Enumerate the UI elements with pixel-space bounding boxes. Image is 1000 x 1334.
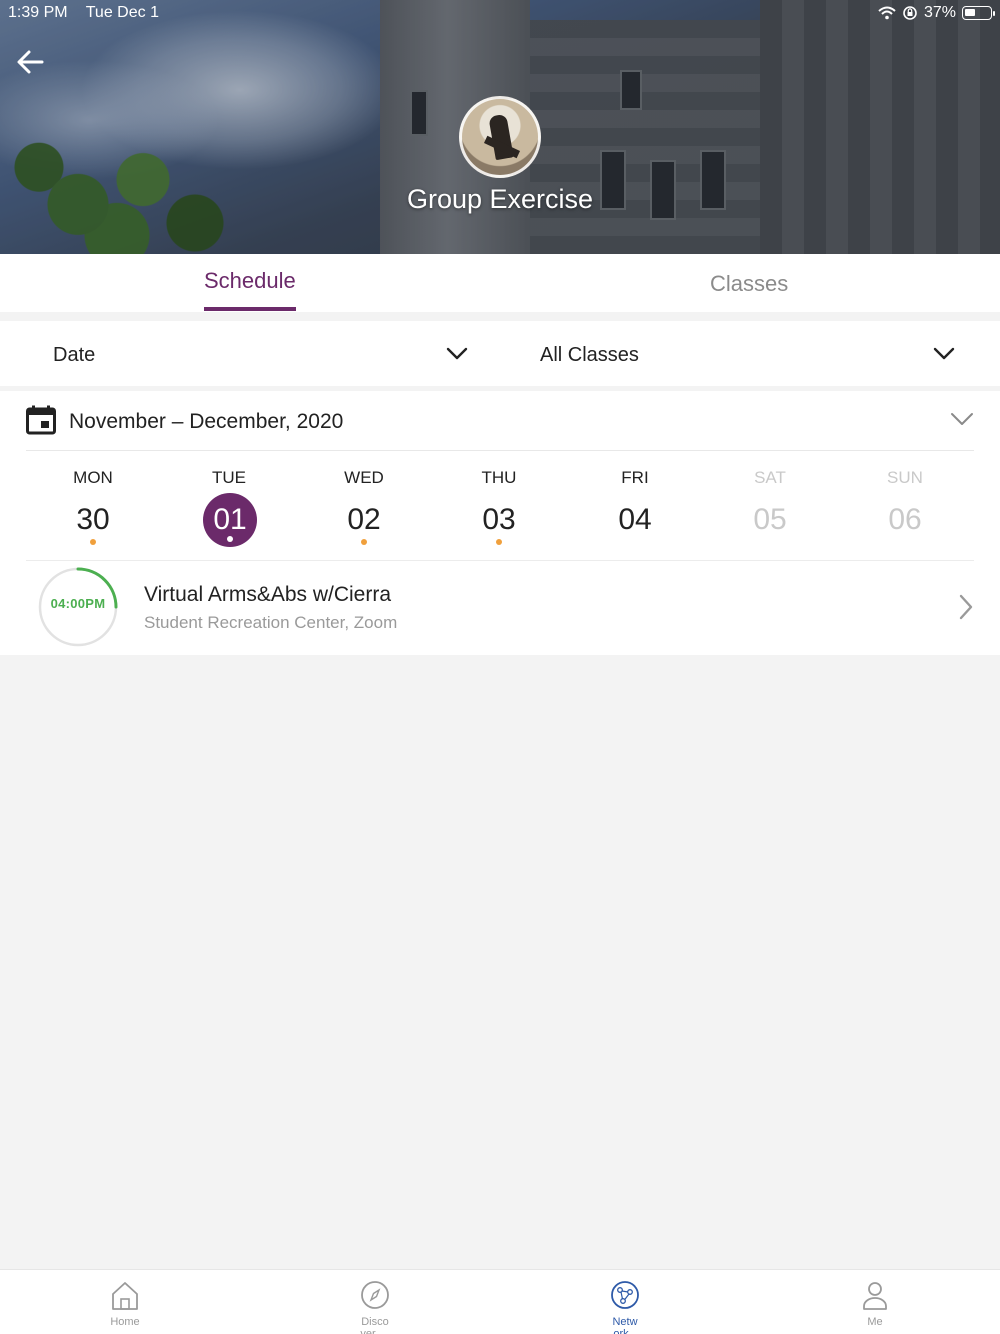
wifi-icon [878, 6, 896, 20]
page-title: Group Exercise [406, 184, 594, 214]
day-of-week: TUE [212, 468, 246, 487]
compass-icon [361, 1281, 389, 1309]
chevron-down-icon[interactable] [950, 411, 974, 427]
class-filter-label: All Classes [540, 344, 639, 366]
class-title: Virtual Arms&Abs w/Cierra [144, 583, 392, 606]
day-tuesday[interactable]: TUE 01 [169, 451, 289, 561]
week-strip: MON 30 TUE 01 WED 02 THU 03 FRI 04 SAT 0… [26, 451, 974, 561]
chevron-down-icon [933, 347, 955, 360]
tab-classes[interactable]: Classes [710, 271, 788, 297]
nav-network[interactable]: Netw ork [500, 1270, 750, 1334]
nav-label: Disco ver [250, 1316, 500, 1334]
bottom-nav: Home Disco ver Netw ork Me [0, 1269, 1000, 1334]
class-time: 04:00PM [50, 596, 106, 611]
group-avatar [459, 96, 541, 178]
day-wednesday[interactable]: WED 02 [304, 451, 424, 561]
battery-icon [962, 6, 995, 20]
arrow-left-icon [17, 50, 44, 74]
nav-label: Netw ork [500, 1316, 750, 1334]
day-friday[interactable]: FRI 04 [575, 451, 695, 561]
date-filter-label: Date [53, 344, 96, 366]
day-number: 04 [618, 503, 652, 536]
calendar-header: November – December, 2020 [26, 391, 974, 451]
schedule-card: November – December, 2020 MON 30 TUE 01 … [0, 391, 1000, 655]
day-of-week: FRI [621, 468, 649, 487]
back-button[interactable] [14, 46, 54, 82]
status-time: 1:39 PM [8, 4, 68, 21]
day-of-week: SAT [754, 468, 786, 487]
filter-bar: Date All Classes [0, 321, 1000, 386]
nav-me[interactable]: Me [750, 1270, 1000, 1334]
status-date: Tue Dec 1 [85, 4, 159, 21]
day-monday[interactable]: MON 30 [33, 451, 153, 561]
nav-label: Home [110, 1316, 140, 1328]
class-list-item[interactable]: 04:00PM Virtual Arms&Abs w/Cierra Studen… [26, 561, 974, 655]
nav-label-line1: Netw [612, 1316, 638, 1328]
chevron-right-icon [959, 594, 973, 620]
status-bar: 1:39 PM Tue Dec 1 37% [8, 4, 995, 24]
day-of-week: SUN [887, 468, 923, 487]
home-icon [112, 1282, 138, 1310]
tab-bar: Schedule Classes [0, 254, 1000, 312]
day-of-week: MON [73, 468, 113, 487]
day-number: 02 [347, 503, 381, 536]
class-filter-dropdown[interactable]: All Classes [490, 321, 1000, 386]
day-of-week: WED [344, 468, 384, 487]
day-saturday[interactable]: SAT 05 [710, 451, 830, 561]
nav-label-line2: ver [360, 1328, 376, 1334]
day-number: 30 [76, 503, 110, 536]
event-dot [496, 539, 502, 545]
event-dot [227, 536, 233, 542]
day-number: 06 [888, 503, 922, 536]
day-sunday[interactable]: SUN 06 [845, 451, 965, 561]
network-icon [611, 1281, 639, 1309]
nav-home[interactable]: Home [0, 1270, 250, 1334]
calendar-icon [26, 405, 56, 435]
date-filter-dropdown[interactable]: Date [0, 321, 490, 386]
day-number: 05 [753, 503, 787, 536]
nav-label: Me [867, 1316, 883, 1328]
tab-schedule[interactable]: Schedule [204, 268, 296, 294]
day-thursday[interactable]: THU 03 [439, 451, 559, 561]
nav-label-line2: ork [613, 1328, 629, 1334]
nav-discover[interactable]: Disco ver [250, 1270, 500, 1334]
day-of-week: THU [481, 468, 517, 487]
chevron-down-icon [446, 347, 468, 360]
day-number: 03 [482, 503, 516, 536]
event-dot [361, 539, 367, 545]
header-banner: 1:39 PM Tue Dec 1 37% Group Exercise [0, 0, 1000, 254]
orientation-lock-icon [903, 6, 917, 20]
class-location: Student Recreation Center, Zoom [144, 613, 398, 632]
active-tab-indicator [204, 307, 296, 311]
day-number: 01 [213, 503, 247, 536]
date-range-label: November – December, 2020 [69, 410, 344, 433]
nav-label-line1: Disco [361, 1316, 389, 1328]
battery-percent: 37% [923, 4, 956, 21]
person-icon [863, 1282, 887, 1310]
event-dot [90, 539, 96, 545]
